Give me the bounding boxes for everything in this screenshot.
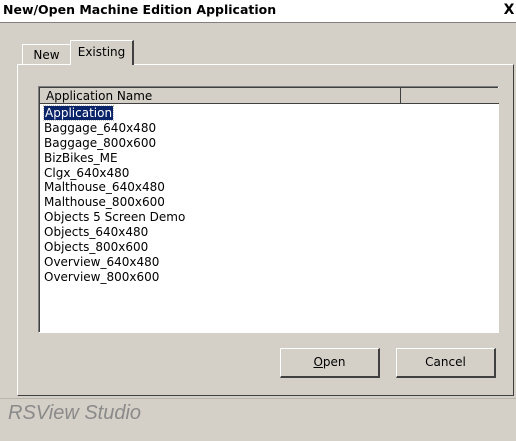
list-item-label: Baggage_800x600 bbox=[44, 135, 157, 150]
list-item[interactable]: Objects_800x600 bbox=[44, 240, 185, 255]
close-icon[interactable]: X bbox=[502, 1, 516, 19]
list-item[interactable]: Objects 5 Screen Demo bbox=[44, 210, 185, 225]
list-item-label: Objects_800x600 bbox=[44, 240, 149, 255]
list-item[interactable]: Malthouse_640x480 bbox=[44, 180, 185, 195]
open-accelerator: O bbox=[313, 355, 323, 369]
list-item[interactable]: Application bbox=[42, 105, 185, 121]
list-item[interactable]: Malthouse_800x600 bbox=[44, 195, 185, 210]
application-items: Application Baggage_640x480 Baggage_800x60… bbox=[42, 105, 185, 285]
tab-new[interactable]: New bbox=[22, 44, 70, 64]
open-label-rest: pen bbox=[322, 355, 346, 369]
application-list[interactable]: Application Name Application Baggage_640x… bbox=[38, 86, 499, 333]
list-item-label: Clgx_640x480 bbox=[44, 165, 130, 180]
list-item-label: Baggage_640x480 bbox=[44, 120, 157, 135]
cancel-button[interactable]: Cancel bbox=[396, 348, 496, 378]
rsview-studio-brand: RSView Studio bbox=[8, 402, 142, 424]
list-item[interactable]: Objects_640x480 bbox=[44, 225, 185, 240]
list-item[interactable]: Clgx_640x480 bbox=[44, 166, 185, 181]
tab-existing[interactable]: Existing bbox=[70, 40, 134, 65]
list-item-label: BizBikes_ME bbox=[44, 150, 118, 165]
window-title: New/Open Machine Edition Application bbox=[3, 2, 277, 17]
column-header-application-name[interactable]: Application Name bbox=[40, 88, 401, 104]
dialog-window: New/Open Machine Edition Application X N… bbox=[0, 0, 516, 441]
list-item[interactable]: Overview_800x600 bbox=[44, 270, 185, 285]
title-bar[interactable]: New/Open Machine Edition Application X bbox=[0, 0, 516, 23]
column-header-empty[interactable] bbox=[401, 88, 499, 104]
list-item-label: Objects_640x480 bbox=[44, 225, 149, 240]
list-item-label: Objects 5 Screen Demo bbox=[44, 210, 186, 225]
application-list-frame: Application Name Application Baggage_640x… bbox=[39, 87, 499, 332]
list-item-label: Overview_640x480 bbox=[44, 254, 160, 269]
open-button[interactable]: Open bbox=[280, 348, 380, 378]
list-item[interactable]: Overview_640x480 bbox=[44, 255, 185, 270]
list-item[interactable]: Baggage_640x480 bbox=[44, 121, 185, 136]
list-item[interactable]: BizBikes_ME bbox=[44, 151, 185, 166]
list-item-label: Overview_800x600 bbox=[44, 269, 160, 284]
list-item-label: Malthouse_800x600 bbox=[44, 195, 165, 210]
list-item-label: Application bbox=[42, 105, 115, 121]
list-item[interactable]: Baggage_800x600 bbox=[44, 136, 185, 151]
list-item-label: Malthouse_640x480 bbox=[44, 180, 165, 195]
